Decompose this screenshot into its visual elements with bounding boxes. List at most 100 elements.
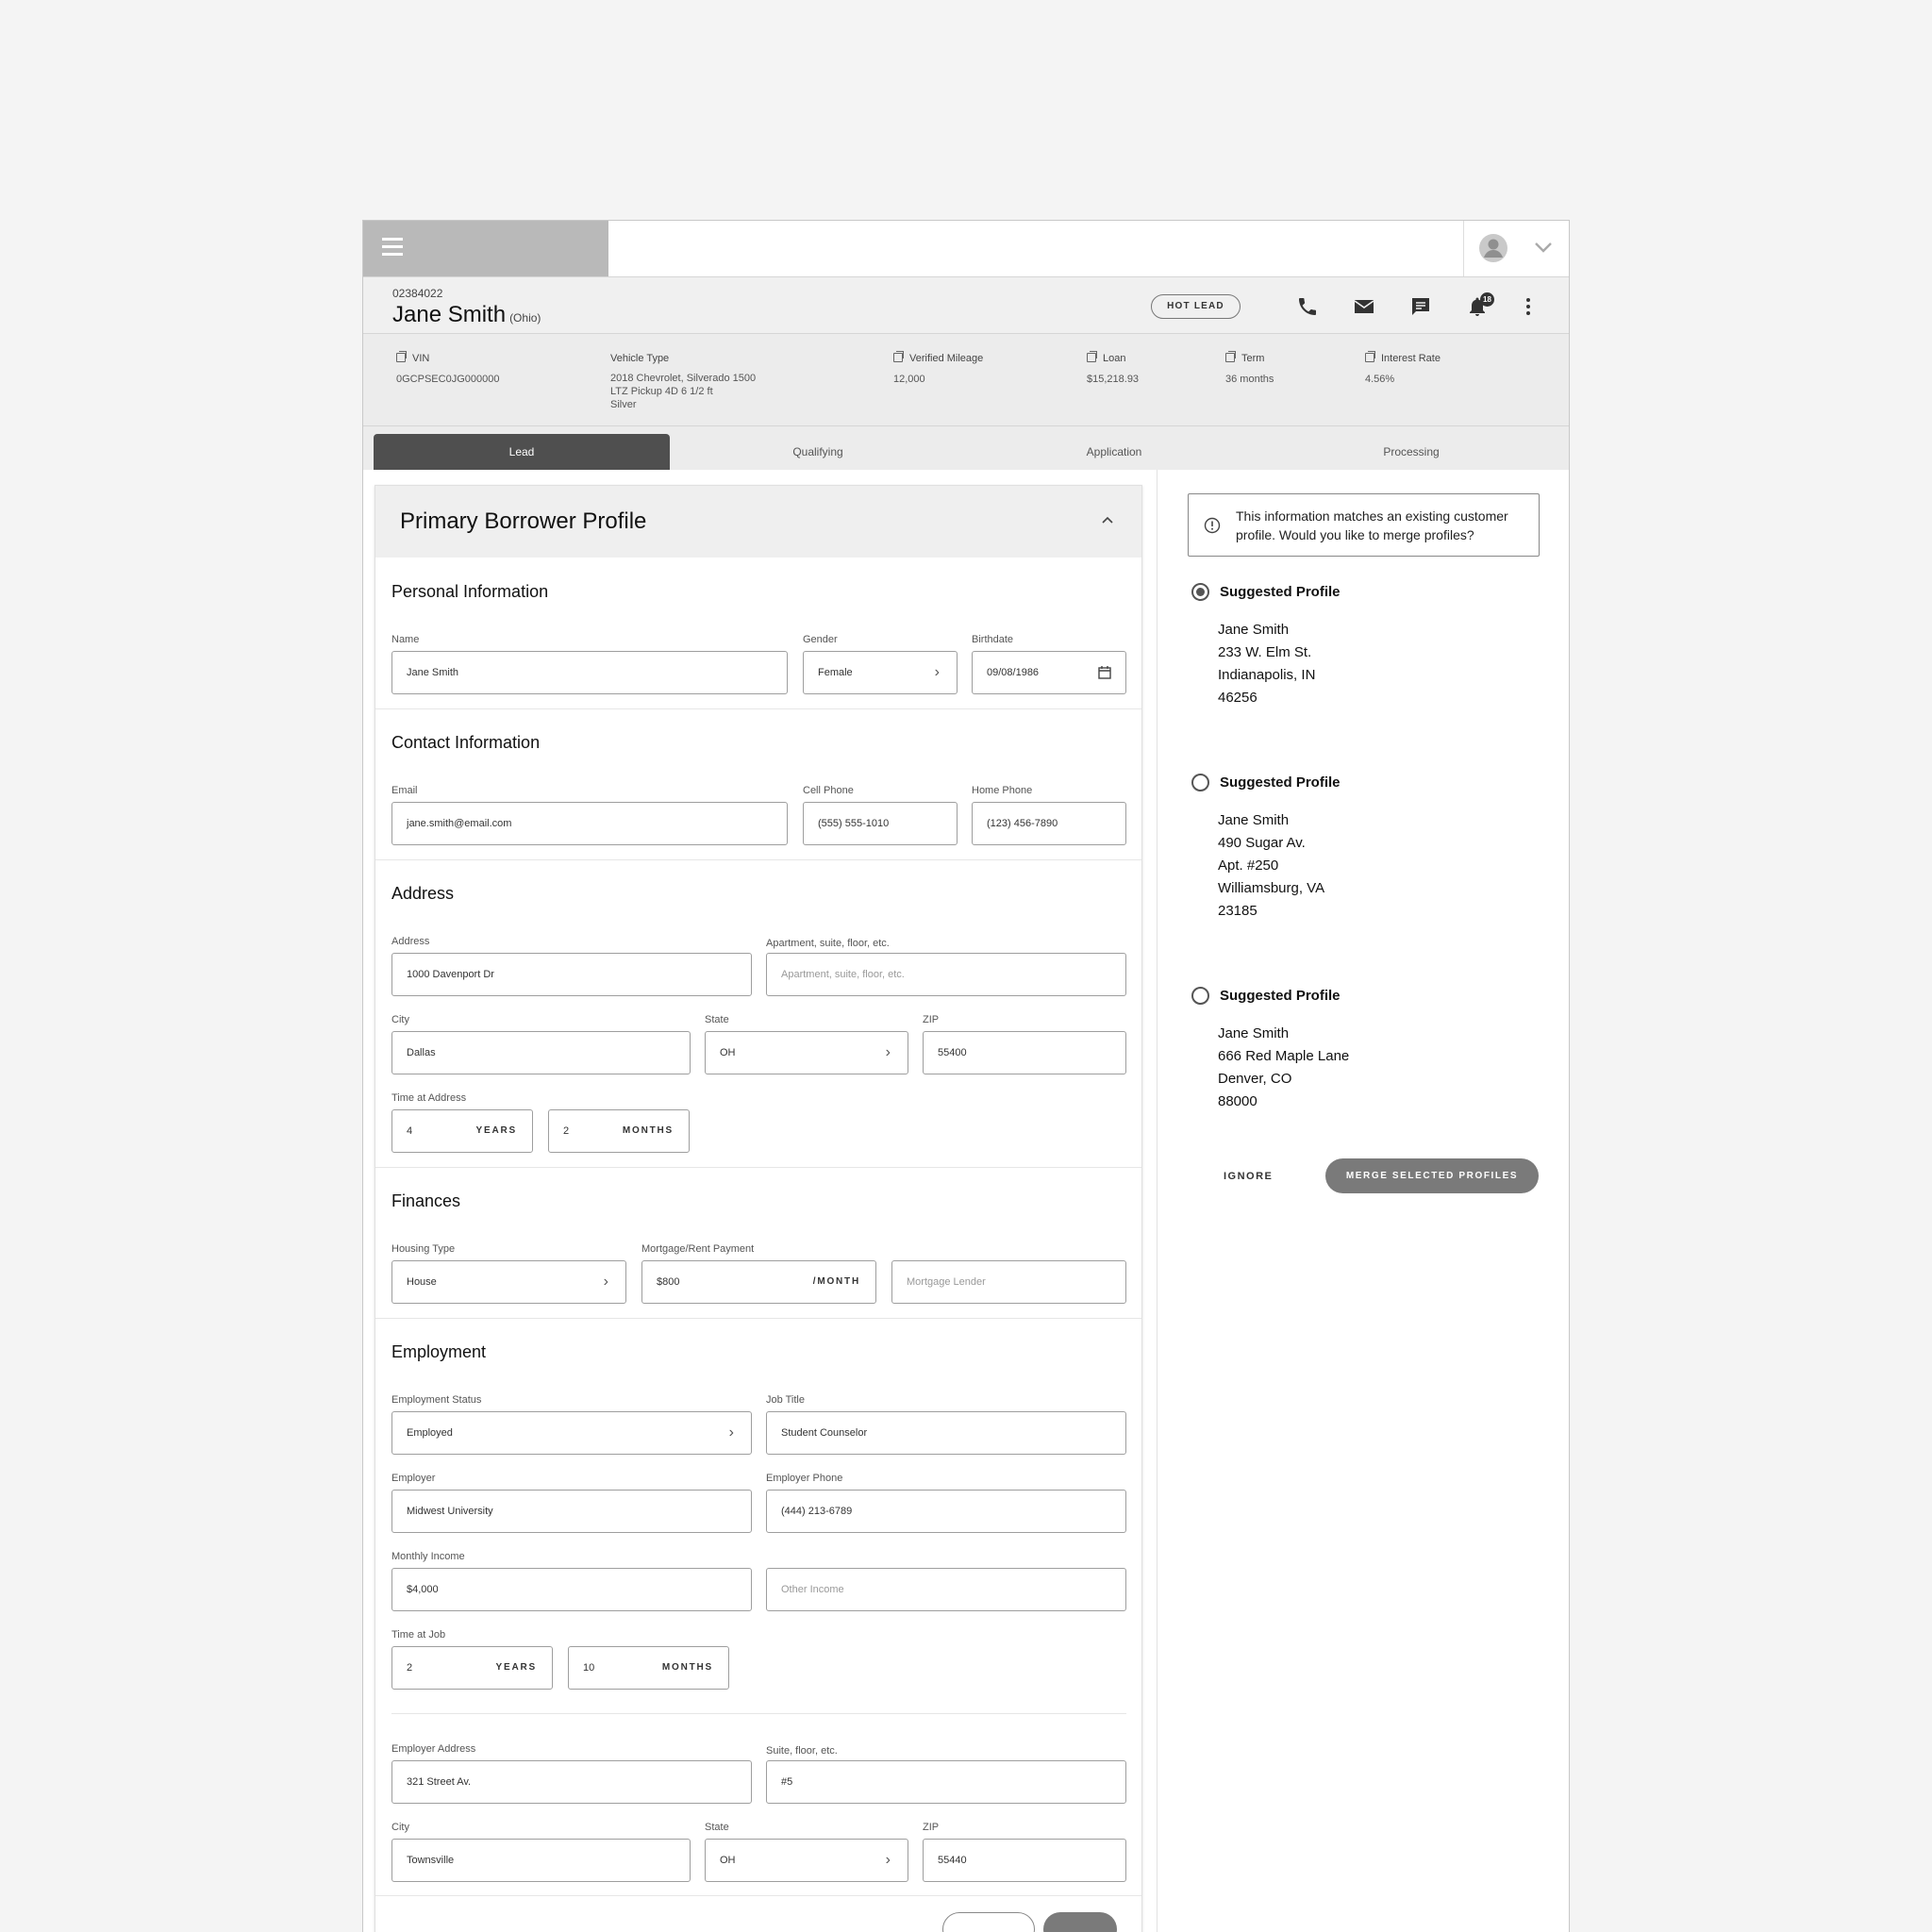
merge-alert: This information matches an existing cus…	[1188, 493, 1540, 557]
tab-processing[interactable]: Processing	[1263, 434, 1559, 470]
hot-lead-badge[interactable]: HOT LEAD	[1151, 294, 1241, 319]
merge-profiles-button[interactable]: MERGE SELECTED PROFILES	[1325, 1158, 1539, 1193]
months-unit: MONTHS	[622, 1125, 674, 1136]
copy-icon[interactable]	[1365, 351, 1375, 362]
job-months-input[interactable]: 10 MONTHS	[568, 1646, 729, 1690]
birthdate-input[interactable]: 09/08/1986	[972, 651, 1126, 694]
birthdate-label: Birthdate	[972, 634, 1014, 645]
employer-input[interactable]: Midwest University	[391, 1490, 752, 1533]
more-vert-icon[interactable]	[1516, 295, 1541, 318]
housing-type-label: Housing Type	[391, 1243, 456, 1255]
phone-icon[interactable]	[1295, 295, 1320, 318]
address-years-input[interactable]: 4 YEARS	[391, 1109, 533, 1153]
tab-qualifying[interactable]: Qualifying	[670, 434, 966, 470]
address-input[interactable]: 1000 Davenport Dr	[391, 953, 752, 996]
employer-city-label: City	[391, 1822, 409, 1833]
payment-label: Mortgage/Rent Payment	[641, 1243, 755, 1255]
tab-application[interactable]: Application	[966, 434, 1262, 470]
mileage-value: 12,000	[893, 374, 925, 385]
employment-heading: Employment	[391, 1342, 487, 1361]
vin-label: VIN	[412, 353, 430, 364]
home-phone-input[interactable]: (123) 456-7890	[972, 802, 1126, 845]
calendar-icon[interactable]	[1098, 666, 1111, 679]
profile-line: 490 Sugar Av.	[1218, 835, 1306, 851]
job-years-input[interactable]: 2 YEARS	[391, 1646, 553, 1690]
vehicle-summary: VIN 0GCPSEC0JG000000 Vehicle Type 2018 C…	[363, 334, 1569, 426]
radio-unselected[interactable]	[1191, 987, 1209, 1005]
copy-icon[interactable]	[1087, 351, 1097, 362]
payment-value: $800	[657, 1276, 680, 1288]
employer-phone-input[interactable]: (444) 213-6789	[766, 1490, 1126, 1533]
address-label: Address	[391, 936, 430, 947]
employer-zip-input[interactable]: 55440	[923, 1839, 1126, 1882]
panel-header[interactable]: Primary Borrower Profile	[375, 486, 1141, 558]
suggested-profile-option[interactable]: Suggested Profile Jane Smith 233 W. Elm …	[1191, 583, 1341, 706]
employment-status-select[interactable]: Employed	[391, 1411, 752, 1455]
loan-value: $15,218.93	[1087, 374, 1140, 385]
email-input[interactable]: jane.smith@email.com	[391, 802, 788, 845]
chevron-down-icon[interactable]	[1534, 242, 1553, 253]
employer-address-label: Employer Address	[391, 1743, 476, 1755]
radio-unselected[interactable]	[1191, 774, 1209, 791]
notification-count-badge: 18	[1480, 292, 1494, 307]
employer-phone-label: Employer Phone	[766, 1473, 843, 1484]
name-input[interactable]: Jane Smith	[391, 651, 788, 694]
address-years-value: 4	[407, 1125, 413, 1137]
housing-type-select[interactable]: House	[391, 1260, 626, 1304]
copy-icon[interactable]	[1225, 351, 1236, 362]
vin-value: 0GCPSEC0JG000000	[396, 374, 500, 385]
radio-selected[interactable]	[1191, 583, 1209, 601]
gender-select[interactable]: Female	[803, 651, 958, 694]
lead-state: (Ohio)	[509, 311, 541, 325]
lead-name: Jane Smith (Ohio)	[392, 302, 541, 328]
apartment-input[interactable]: Apartment, suite, floor, etc.	[766, 953, 1126, 996]
suggested-profile-title: Suggested Profile	[1220, 584, 1341, 600]
lead-header: 02384022 Jane Smith (Ohio) HOT LEAD 18	[363, 276, 1569, 334]
user-menu[interactable]	[1463, 221, 1569, 276]
home-phone-label: Home Phone	[972, 785, 1033, 796]
vehicle-type-field: Vehicle Type 2018 Chevrolet, Silverado 1…	[610, 353, 756, 411]
address-months-input[interactable]: 2 MONTHS	[548, 1109, 690, 1153]
email-label: Email	[391, 785, 418, 796]
ignore-button[interactable]: IGNORE	[1224, 1171, 1273, 1182]
employer-city-input[interactable]: Townsville	[391, 1839, 691, 1882]
city-label: City	[391, 1014, 409, 1025]
email-icon[interactable]	[1352, 295, 1376, 318]
section-divider	[375, 859, 1141, 860]
other-income-input[interactable]: Other Income	[766, 1568, 1126, 1611]
interest-label: Interest Rate	[1381, 353, 1441, 364]
avatar-icon[interactable]	[1479, 234, 1507, 262]
profile-line: 88000	[1218, 1093, 1257, 1109]
mortgage-lender-input[interactable]: Mortgage Lender	[891, 1260, 1126, 1304]
monthly-income-input[interactable]: $4,000	[391, 1568, 752, 1611]
payment-input[interactable]: $800/MONTH	[641, 1260, 876, 1304]
state-select[interactable]: OH	[705, 1031, 908, 1074]
save-button[interactable]	[1043, 1912, 1117, 1932]
chevron-up-icon[interactable]	[1102, 514, 1113, 525]
suggested-profile-option[interactable]: Suggested Profile Jane Smith 666 Red Map…	[1191, 987, 1349, 1109]
years-unit: YEARS	[475, 1125, 517, 1136]
employer-address-input[interactable]: 321 Street Av.	[391, 1760, 752, 1804]
cell-phone-input[interactable]: (555) 555-1010	[803, 802, 958, 845]
apartment-label: Apartment, suite, floor, etc.	[766, 938, 890, 949]
state-label: State	[705, 1014, 729, 1025]
suggested-profile-option[interactable]: Suggested Profile Jane Smith 490 Sugar A…	[1191, 774, 1341, 919]
hamburger-menu-icon[interactable]	[382, 238, 403, 258]
chat-icon[interactable]	[1408, 295, 1433, 318]
gender-value: Female	[818, 667, 853, 678]
mileage-field: Verified Mileage 12,000	[893, 351, 983, 386]
panel-title: Primary Borrower Profile	[400, 508, 647, 534]
section-divider	[375, 1318, 1141, 1319]
copy-icon[interactable]	[893, 351, 904, 362]
job-title-input[interactable]: Student Counselor	[766, 1411, 1126, 1455]
tab-lead[interactable]: Lead	[374, 434, 670, 470]
zip-input[interactable]: 55400	[923, 1031, 1126, 1074]
cancel-button[interactable]	[942, 1912, 1035, 1932]
merge-suggestions-panel: This information matches an existing cus…	[1157, 470, 1569, 1932]
employer-state-select[interactable]: OH	[705, 1839, 908, 1882]
vehicle-type-line-1: 2018 Chevrolet, Silverado 1500	[610, 373, 757, 384]
employer-suite-input[interactable]: #5	[766, 1760, 1126, 1804]
city-input[interactable]: Dallas	[391, 1031, 691, 1074]
interest-value: 4.56%	[1365, 374, 1395, 385]
copy-icon[interactable]	[396, 351, 407, 362]
